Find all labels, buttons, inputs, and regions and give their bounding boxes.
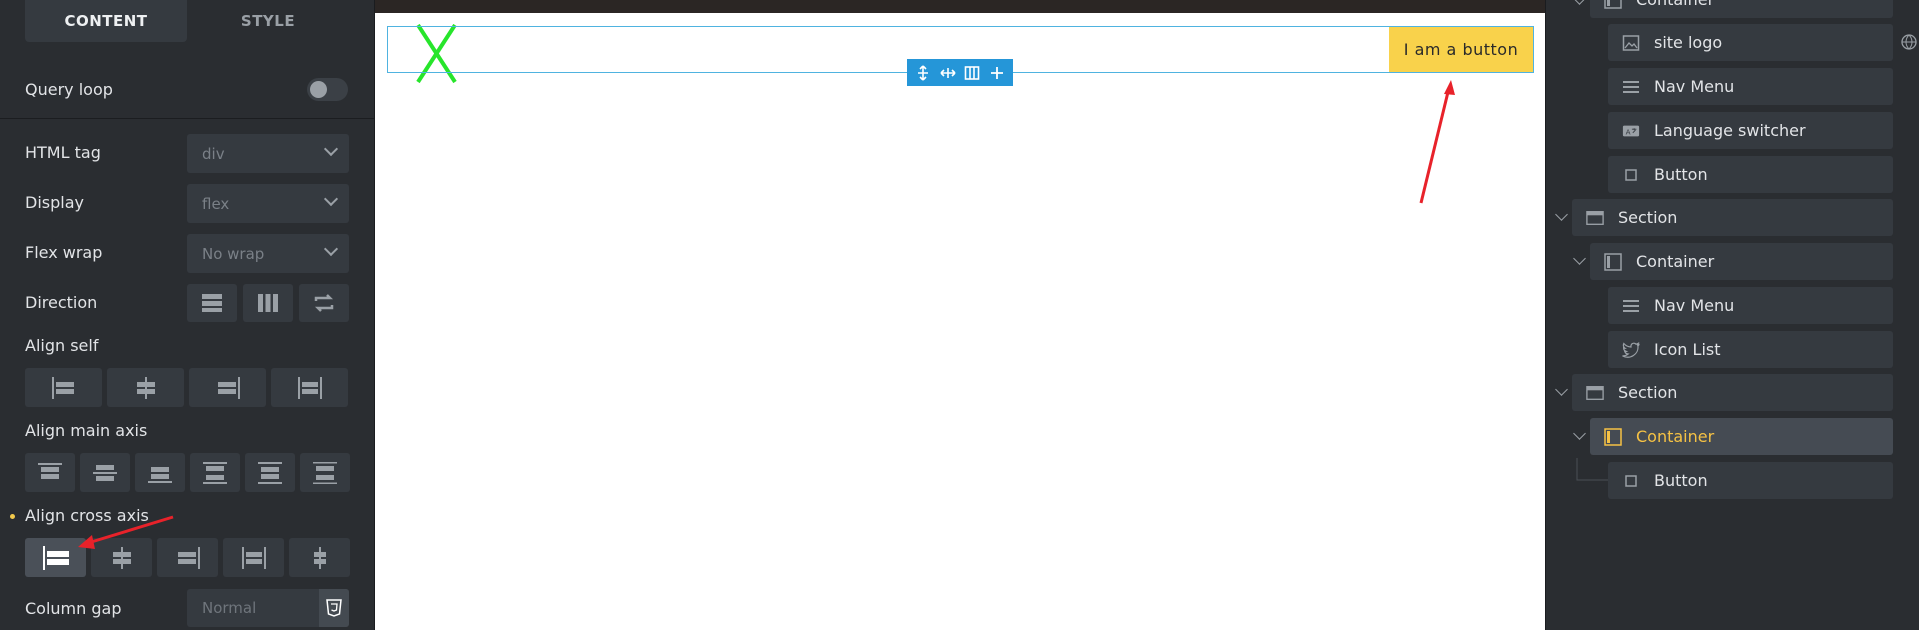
image-icon — [1622, 34, 1640, 52]
menu-icon — [1622, 78, 1640, 96]
nav-item-label: Container — [1636, 427, 1715, 446]
nav-item-icon-list[interactable]: Icon List — [1608, 331, 1893, 368]
nav-item-container-selected[interactable]: Container — [1590, 418, 1893, 455]
nav-item-section[interactable]: Section — [1572, 199, 1893, 236]
nav-item-label: site logo — [1654, 33, 1723, 52]
section-icon — [1586, 209, 1604, 227]
nav-item-container[interactable]: Container — [1590, 0, 1893, 18]
chevron-down-icon[interactable] — [1573, 427, 1586, 440]
tree-connector — [1576, 458, 1610, 481]
menu-icon — [1622, 297, 1640, 315]
section-icon — [1586, 384, 1604, 402]
container-icon — [1604, 252, 1622, 271]
chevron-down-icon[interactable] — [1573, 0, 1586, 5]
nav-item-label: Container — [1636, 0, 1714, 9]
language-icon: A — [1622, 122, 1640, 140]
nav-item-nav-menu[interactable]: Nav Menu — [1608, 287, 1893, 324]
nav-item-label: Button — [1654, 165, 1708, 184]
chevron-down-icon[interactable] — [1555, 208, 1568, 221]
nav-item-nav-menu[interactable]: Nav Menu — [1608, 68, 1893, 105]
element-settings-panel: CONTENT STYLE Query loop HTML tag div Di… — [0, 0, 375, 630]
chevron-down-icon[interactable] — [1573, 252, 1586, 265]
nav-item-button[interactable]: Button — [1608, 156, 1893, 193]
globe-icon[interactable] — [1901, 34, 1917, 50]
nav-item-label: Nav Menu — [1654, 296, 1735, 315]
annotation-arrow — [1419, 80, 1455, 204]
nav-item-site-logo[interactable]: site logo — [1608, 24, 1893, 61]
nav-item-label: Section — [1618, 208, 1678, 227]
chevron-down-icon[interactable] — [1555, 383, 1568, 396]
annotation-arrow — [78, 515, 174, 549]
twitter-icon — [1622, 341, 1640, 359]
square-icon — [1622, 472, 1640, 490]
nav-item-section[interactable]: Section — [1572, 374, 1893, 411]
structure-navigator: Container site logo Nav Menu A Language … — [1545, 0, 1919, 630]
nav-item-language-switcher[interactable]: A Language switcher — [1608, 112, 1893, 149]
nav-item-label: Section — [1618, 383, 1678, 402]
nav-item-label: Container — [1636, 252, 1715, 271]
nav-item-label: Icon List — [1654, 340, 1721, 359]
nav-item-label: Button — [1654, 471, 1708, 490]
square-icon — [1622, 166, 1640, 184]
nav-item-button[interactable]: Button — [1608, 462, 1893, 499]
container-icon — [1604, 0, 1622, 9]
builder-canvas[interactable]: I am a button — [375, 0, 1545, 630]
nav-item-label: Language switcher — [1654, 121, 1806, 140]
svg-text:A: A — [1626, 127, 1631, 136]
nav-item-label: Nav Menu — [1654, 77, 1735, 96]
container-icon — [1604, 427, 1622, 446]
nav-item-container[interactable]: Container — [1590, 243, 1893, 280]
